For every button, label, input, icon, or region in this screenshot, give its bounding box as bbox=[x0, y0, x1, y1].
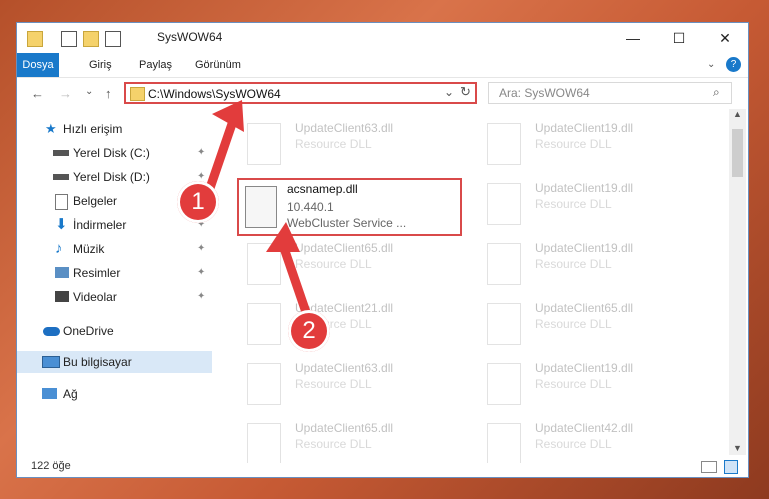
arrow-to-address bbox=[205, 116, 239, 190]
callout-badge-1: 1 bbox=[177, 181, 219, 223]
arrow-to-file bbox=[279, 246, 313, 320]
annotation-arrows bbox=[205, 100, 313, 320]
arrow-to-file-head bbox=[266, 222, 300, 252]
callout-badge-2: 2 bbox=[288, 310, 330, 352]
